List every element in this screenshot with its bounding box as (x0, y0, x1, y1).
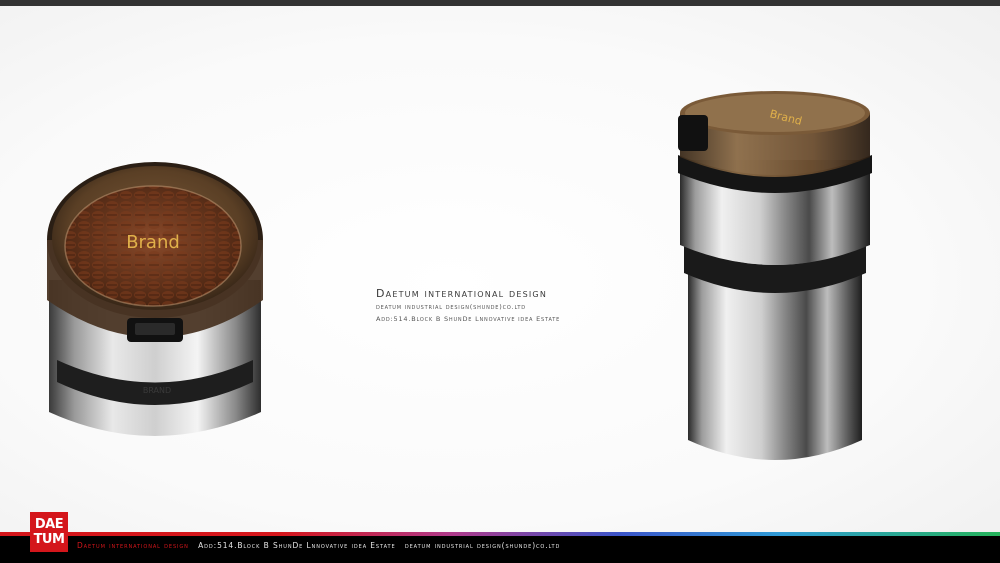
studio-credits: Daetum international design deatum indus… (376, 287, 560, 325)
footer-legal-name: deatum industrial design(shunde)co.ltd (404, 541, 561, 550)
top-bar (0, 0, 1000, 6)
grinder-top-view: Brand BRAND (35, 150, 275, 455)
footer-company: Daetum international design (77, 541, 189, 550)
grinder-top-view-illustration: Brand BRAND (47, 162, 263, 436)
footer-info: Daetum international design Add:514.Bloc… (77, 541, 560, 550)
presentation-slide: Brand BRAND Brand Daetum international d… (0, 0, 1000, 563)
footer-color-stripe (0, 532, 1000, 536)
grinder-side-view-illustration: Brand (678, 91, 872, 460)
grinder-side-view: Brand (660, 85, 890, 480)
footer-address: Add:514.Block B ShunDe Lnnovative idea E… (198, 541, 396, 550)
studio-title: Daetum international design (376, 287, 548, 300)
lid-brand-label: Brand (126, 232, 180, 253)
studio-address: Add:514.Block B ShunDe Lnnovative idea E… (376, 315, 561, 323)
band-brand-label: BRAND (143, 386, 171, 395)
studio-company: deatum industrial design(shunde)co.ltd (376, 303, 526, 311)
daetum-logo: DAE TUM (30, 512, 68, 552)
